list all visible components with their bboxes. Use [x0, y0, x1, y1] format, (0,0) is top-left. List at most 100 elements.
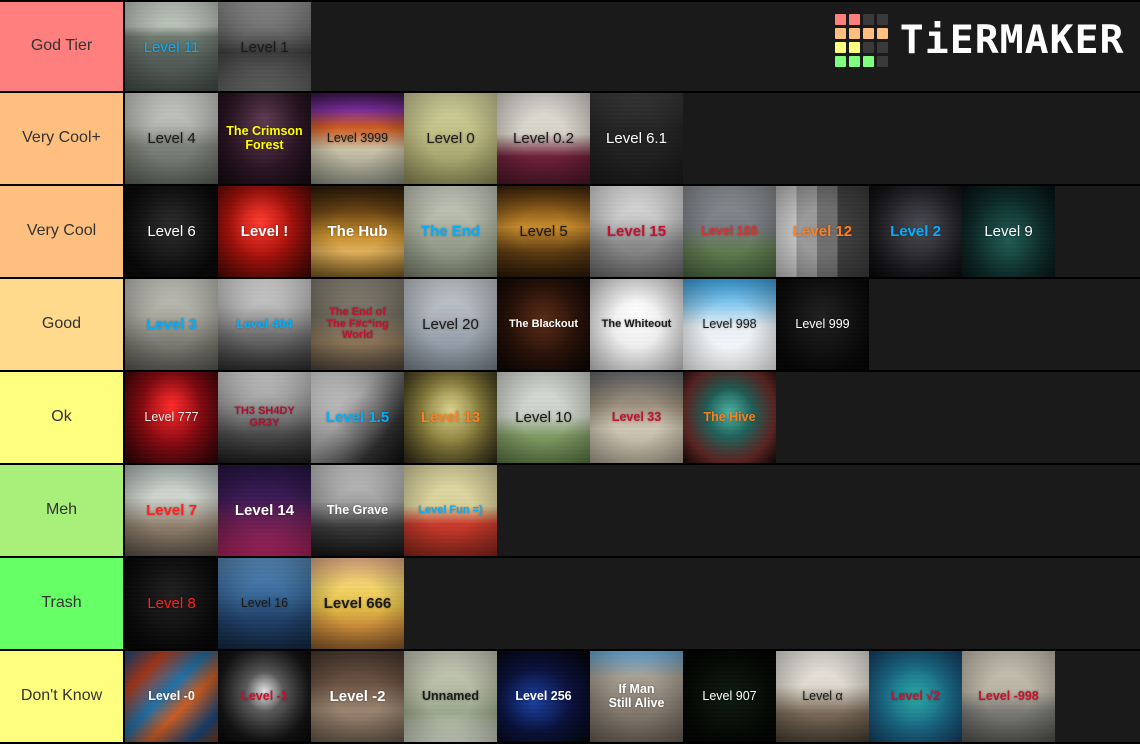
tier-label[interactable]: Trash — [0, 558, 125, 649]
tier-item-caption: Level 2 — [890, 222, 941, 240]
tier-item-caption: Level 999 — [795, 316, 850, 331]
tier-item[interactable]: Level 2 — [869, 186, 962, 277]
tier-item-caption: Level 998 — [702, 316, 757, 331]
tier-item-caption: The Whiteout — [601, 317, 672, 330]
tier-item[interactable]: Level 15 — [590, 186, 683, 277]
tier-row: Very Cool Level 6 Level ! The Hub The End Lev… — [0, 186, 1140, 279]
tier-items: Level 7 Level 14 The Grave Level Fun =) — [125, 465, 1140, 556]
tier-item[interactable]: Level 907 — [683, 651, 776, 742]
tier-item[interactable]: Level Fun =) — [404, 465, 497, 556]
tier-item[interactable]: Level 256 — [497, 651, 590, 742]
tier-item[interactable]: Level 4 — [125, 93, 218, 184]
tier-item-caption: Level 8 — [147, 594, 196, 612]
tier-item-caption: Level 33 — [611, 409, 662, 424]
tier-item[interactable]: Level 11 — [125, 2, 218, 91]
tier-label[interactable]: God Tier — [0, 2, 125, 91]
tier-item-caption: Level 10 — [515, 408, 572, 426]
tier-item[interactable]: Level 8 — [125, 558, 218, 649]
tier-item[interactable]: Level 16 — [218, 558, 311, 649]
tier-item[interactable]: If Man Still Alive — [590, 651, 683, 742]
tier-item-caption: Unnamed — [422, 688, 479, 703]
tier-item-caption: The Crimson Forest — [226, 124, 303, 152]
tier-item-caption: Level 3999 — [326, 130, 389, 145]
tier-item[interactable]: Level 5 — [497, 186, 590, 277]
tier-row: Good Level 3 Level 404 The End of The F#c*i… — [0, 279, 1140, 372]
tier-label[interactable]: Good — [0, 279, 125, 370]
tier-item[interactable]: Level 7 — [125, 465, 218, 556]
tier-item-caption: If Man Still Alive — [608, 682, 665, 710]
tier-item[interactable]: Level √2 — [869, 651, 962, 742]
tier-label[interactable]: Very Cool — [0, 186, 125, 277]
tier-item-caption: Level 7 — [146, 501, 197, 519]
tier-item[interactable]: Level 3999 — [311, 93, 404, 184]
tier-item-caption: Level 4 — [147, 129, 196, 147]
tier-item[interactable]: Level 1.5 — [311, 372, 404, 463]
tier-item-caption: Level Fun =) — [418, 503, 483, 516]
tier-item[interactable]: TH3 SH4DY GR3Y — [218, 372, 311, 463]
tier-item-caption: Level 6.1 — [606, 129, 667, 147]
tier-item[interactable]: The Hub — [311, 186, 404, 277]
tier-item-caption: Level 16 — [240, 595, 289, 610]
tier-label[interactable]: Meh — [0, 465, 125, 556]
tier-row: Very Cool+ Level 4 The Crimson Forest Level… — [0, 93, 1140, 186]
tier-items: Level 6 Level ! The Hub The End Level 5 Level… — [125, 186, 1140, 277]
tier-label[interactable]: Very Cool+ — [0, 93, 125, 184]
tier-item[interactable]: Level -1 — [218, 651, 311, 742]
tier-item[interactable]: Unnamed — [404, 651, 497, 742]
tier-item-caption: Level 666 — [323, 594, 392, 612]
tier-item[interactable]: Level 33 — [590, 372, 683, 463]
tier-item[interactable]: Level 9 — [962, 186, 1055, 277]
tier-item-caption: Level α — [802, 688, 843, 703]
tier-item-caption: Level 404 — [236, 316, 293, 331]
tier-item-caption: Level 15 — [606, 222, 667, 240]
tier-item[interactable]: Level 666 — [311, 558, 404, 649]
tier-label[interactable]: Don't Know — [0, 651, 125, 742]
tier-item-caption: Level 3 — [146, 315, 197, 333]
tier-item[interactable]: Level 777 — [125, 372, 218, 463]
tier-item[interactable]: The Whiteout — [590, 279, 683, 370]
tier-item-caption: Level 20 — [422, 315, 479, 333]
tier-item[interactable]: Level 20 — [404, 279, 497, 370]
tier-item[interactable]: The End of The F#c*ing World — [311, 279, 404, 370]
tier-item[interactable]: Level 1 — [218, 2, 311, 91]
tier-item[interactable]: The Hive — [683, 372, 776, 463]
tier-items: Level 11 Level 1 — [125, 2, 1140, 91]
tier-item[interactable]: The Crimson Forest — [218, 93, 311, 184]
tier-item[interactable]: Level 14 — [218, 465, 311, 556]
tier-item[interactable]: Level 6 — [125, 186, 218, 277]
tier-item[interactable]: Level ! — [218, 186, 311, 277]
tier-rows-container: God Tier Level 11 Level 1 Very Cool+ Level 4… — [0, 0, 1140, 744]
tier-item-caption: Level 9 — [984, 222, 1033, 240]
tier-item[interactable]: Level 6.1 — [590, 93, 683, 184]
tier-item[interactable]: The Grave — [311, 465, 404, 556]
tier-item[interactable]: Level 0 — [404, 93, 497, 184]
tier-item[interactable]: Level α — [776, 651, 869, 742]
tier-item-caption: Level ! — [240, 222, 289, 240]
tier-item[interactable]: Level 13 — [404, 372, 497, 463]
tier-item[interactable]: The Blackout — [497, 279, 590, 370]
tier-item[interactable]: The End — [404, 186, 497, 277]
tier-item-caption: Level 0 — [426, 129, 475, 147]
tier-item[interactable]: Level 10 — [497, 372, 590, 463]
tier-item-caption: The Blackout — [508, 317, 579, 330]
tier-item-caption: Level 12 — [792, 222, 853, 240]
tier-item[interactable]: Level 999 — [776, 279, 869, 370]
tier-item[interactable]: Level 404 — [218, 279, 311, 370]
tier-label[interactable]: Ok — [0, 372, 125, 463]
tier-item[interactable]: Level 0.2 — [497, 93, 590, 184]
tier-item[interactable]: Level -2 — [311, 651, 404, 742]
tier-row: Ok Level 777 TH3 SH4DY GR3Y Level 1.5 Level … — [0, 372, 1140, 465]
tier-item[interactable]: Level 998 — [683, 279, 776, 370]
tier-item-caption: The End — [420, 222, 481, 240]
tier-item[interactable]: Level 188 — [683, 186, 776, 277]
tier-items: Level 4 The Crimson Forest Level 3999 Level… — [125, 93, 1140, 184]
tier-item-caption: The Hive — [703, 409, 756, 424]
tier-item[interactable]: Level -0 — [125, 651, 218, 742]
tier-item-caption: Level 13 — [420, 408, 481, 426]
tier-list-app: TiERMAKER God Tier Level 11 Level 1 Very Co… — [0, 0, 1140, 744]
tier-row: Don't Know Level -0 Level -1 Level -2 Unname… — [0, 651, 1140, 744]
tier-item[interactable]: Level 3 — [125, 279, 218, 370]
tier-item[interactable]: Level 12 — [776, 186, 869, 277]
tier-item[interactable]: Level -998 — [962, 651, 1055, 742]
tier-row: God Tier Level 11 Level 1 — [0, 0, 1140, 93]
